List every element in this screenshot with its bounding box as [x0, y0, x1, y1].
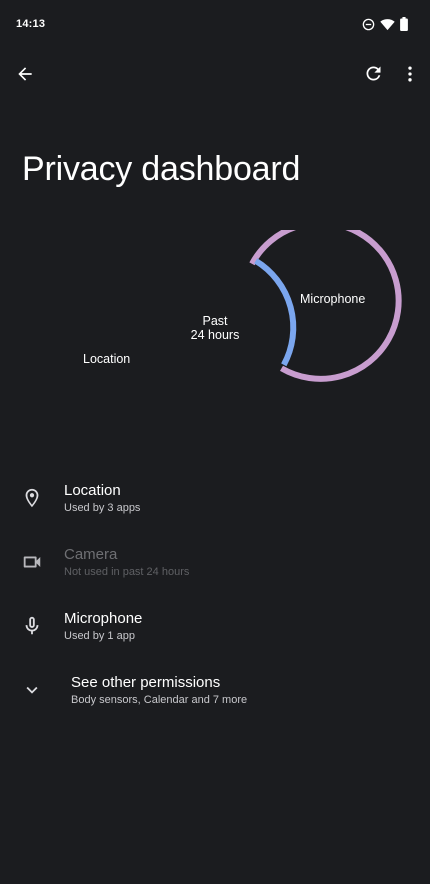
microphone-chart-label: Microphone: [300, 292, 366, 306]
location-chart-label: Location: [83, 352, 131, 366]
permission-subtitle: Used by 1 app: [64, 630, 135, 642]
refresh-icon: [363, 63, 384, 89]
status-time: 14:13: [16, 18, 46, 30]
more-options-button[interactable]: [390, 56, 430, 96]
do-not-disturb-icon: [362, 18, 375, 36]
more-vert-icon: [400, 64, 420, 89]
videocam-icon: [20, 550, 44, 574]
permission-title: Location: [64, 482, 121, 499]
permission-subtitle: Body sensors, Calendar and 7 more: [71, 694, 248, 706]
status-icons: [362, 17, 408, 36]
permission-title: Microphone: [64, 610, 143, 627]
mic-icon: [20, 614, 44, 638]
status-bar: 14:13: [0, 0, 430, 50]
see-other-permissions[interactable]: See other permissions Body sensors, Cale…: [0, 672, 430, 728]
permission-title: Camera: [64, 546, 118, 563]
permission-item-camera[interactable]: Camera Not used in past 24 hours: [0, 544, 430, 600]
donut-center-line1: Past: [202, 314, 228, 328]
permission-subtitle: Used by 3 apps: [64, 502, 141, 514]
refresh-button[interactable]: [353, 56, 393, 96]
wifi-icon: [380, 18, 395, 36]
microphone-arc: [254, 258, 297, 367]
battery-icon: [400, 17, 408, 36]
permission-item-microphone[interactable]: Microphone Used by 1 app: [0, 608, 430, 664]
permission-title: See other permissions: [71, 674, 221, 691]
top-app-bar: [0, 56, 430, 96]
page-title: Privacy dashboard: [22, 150, 301, 188]
donut-center-label: Past 24 hours: [155, 314, 275, 342]
permission-item-location[interactable]: Location Used by 3 apps: [0, 480, 430, 536]
location-pin-icon: [20, 486, 44, 510]
arrow-back-icon: [15, 64, 35, 89]
chevron-down-icon: [20, 678, 44, 702]
usage-donut-chart: Past 24 hours Microphone Location: [0, 230, 430, 430]
permission-subtitle: Not used in past 24 hours: [64, 566, 190, 578]
donut-center-line2: 24 hours: [190, 328, 240, 342]
back-button[interactable]: [5, 56, 45, 96]
